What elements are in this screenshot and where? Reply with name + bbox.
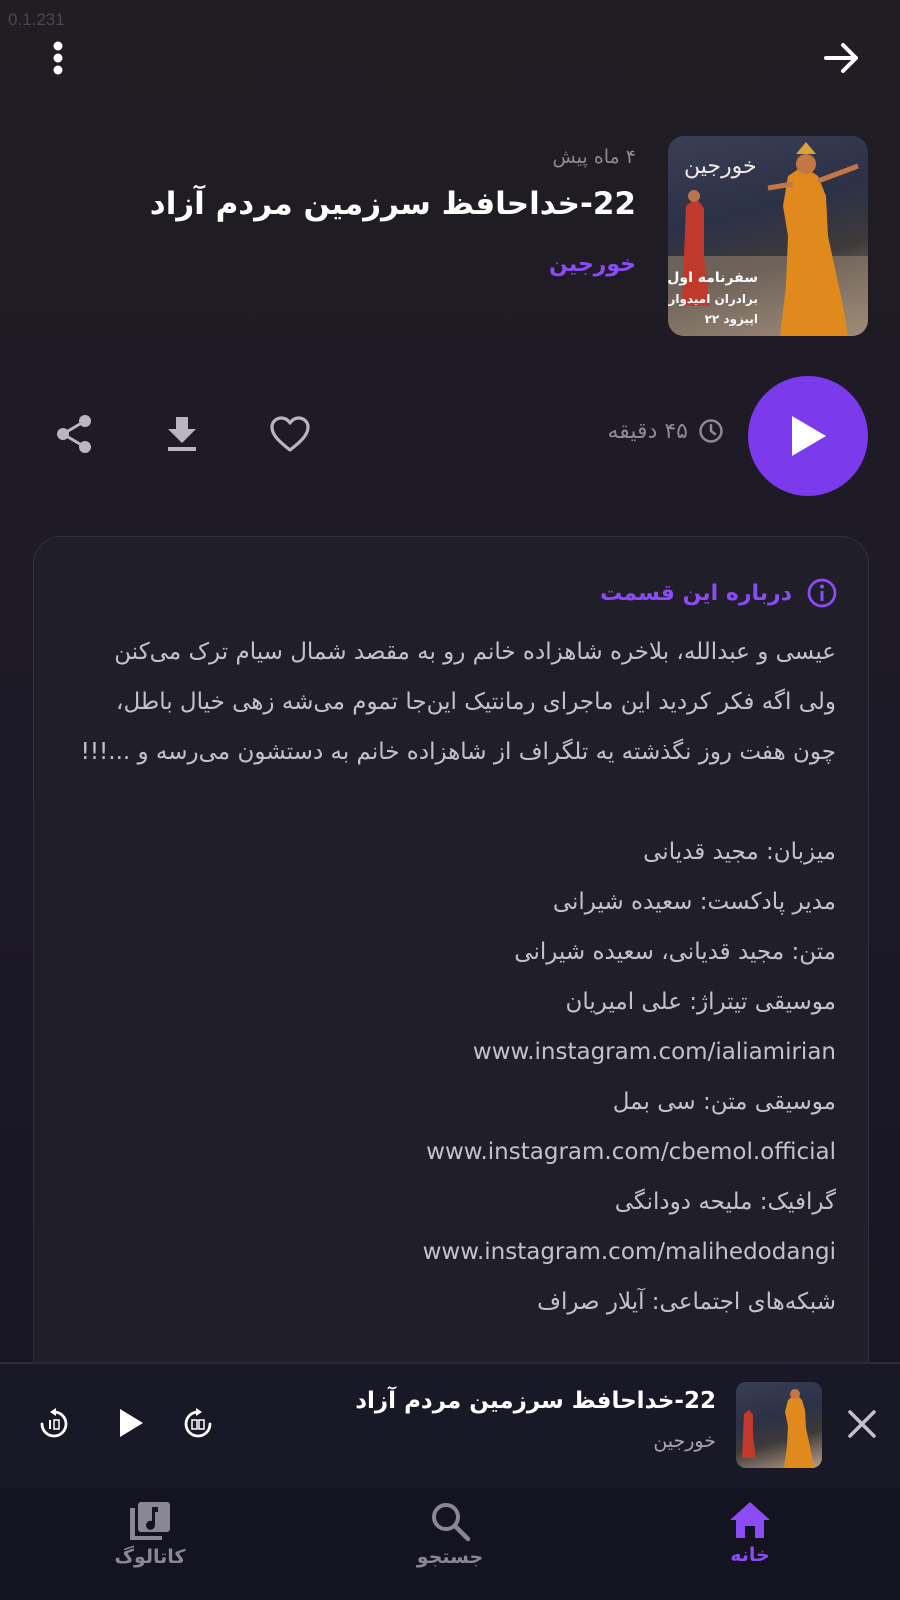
back-button[interactable]: [818, 34, 866, 82]
play-icon: [792, 416, 826, 456]
heart-icon: [270, 416, 310, 452]
about-episode-card: درباره این قسمت عیسی و عبدالله، بلاخره ش…: [33, 536, 869, 1438]
more-options-button[interactable]: [34, 34, 82, 82]
nav-search-label: جستجو: [416, 1546, 484, 1568]
episode-time-ago: ۴ ماه پیش: [552, 146, 636, 168]
cover-brand: خورجین: [684, 154, 757, 179]
nav-search[interactable]: جستجو: [370, 1500, 530, 1590]
like-button[interactable]: [266, 410, 314, 458]
share-icon: [57, 415, 91, 453]
arrow-right-icon: [824, 43, 858, 73]
forward-30-button[interactable]: [176, 1402, 220, 1446]
library-music-icon: [130, 1502, 170, 1540]
app-version: 0.1.231: [8, 10, 65, 29]
download-icon: [168, 417, 196, 451]
forward-30-icon: [184, 1408, 212, 1438]
more-vert-icon: [53, 41, 63, 75]
nav-catalog-label: کاتالوگ: [114, 1546, 186, 1568]
nav-catalog[interactable]: کاتالوگ: [70, 1500, 230, 1590]
clock-icon: [699, 419, 723, 443]
podcast-name-link[interactable]: خورجین: [549, 252, 636, 277]
nav-home-label: خانه: [730, 1544, 770, 1566]
mini-player-cover: [736, 1382, 822, 1468]
download-button[interactable]: [158, 410, 206, 458]
duration-text: ۴۵ دقیقه: [607, 418, 688, 444]
cover-line-2: برادران امیدوار: [668, 292, 758, 306]
episode-cover: خورجین سفرنامه اول برادران امیدوار اپیزو…: [668, 136, 868, 336]
cover-line-1: سفرنامه اول: [668, 270, 758, 286]
mini-cover-art: [742, 1389, 814, 1468]
play-button[interactable]: [748, 376, 868, 496]
about-label: درباره این قسمت: [600, 580, 792, 606]
search-icon: [432, 1503, 471, 1542]
mini-player-play-button[interactable]: [106, 1398, 156, 1448]
info-icon: [807, 578, 837, 608]
mini-player-close-button[interactable]: [840, 1402, 884, 1446]
play-icon: [120, 1409, 143, 1437]
about-header: درباره این قسمت: [600, 577, 838, 609]
episode-duration: ۴۵ دقیقه: [607, 418, 724, 444]
nav-home[interactable]: خانه: [670, 1500, 830, 1590]
home-icon: [730, 1502, 770, 1538]
cover-line-3: اپیزود ۲۲: [704, 312, 758, 326]
rewind-10-button[interactable]: [32, 1402, 76, 1446]
mini-player-title: 22-خداحافظ سرزمین مردم آزاد: [355, 1388, 716, 1414]
episode-title: 22-خداحافظ سرزمین مردم آزاد: [149, 186, 636, 222]
share-button[interactable]: [50, 410, 98, 458]
mini-player-podcast: خورجین: [653, 1430, 716, 1452]
close-icon: [848, 1410, 876, 1438]
episode-description: عیسی و عبدالله، بلاخره شاهزاده خانم رو ب…: [80, 639, 836, 1315]
rewind-10-icon: [40, 1408, 68, 1438]
